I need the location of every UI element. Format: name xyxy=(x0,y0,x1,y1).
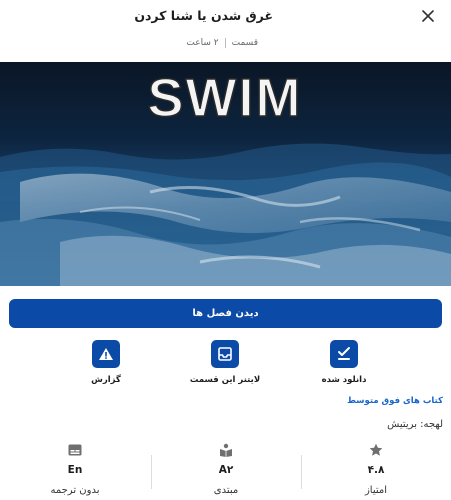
star-icon xyxy=(369,442,383,458)
dialect-text: لهجه: بریتیش xyxy=(387,419,443,430)
view-seasons-button[interactable]: دیدن فصل ها xyxy=(9,299,442,328)
translation-label: بدون ترجمه xyxy=(50,485,100,496)
cover-title: SWIM xyxy=(148,68,303,128)
downloaded-label: دانلود شده xyxy=(321,375,367,385)
level-label: مبتدی xyxy=(213,485,239,496)
reading-person-icon xyxy=(219,442,233,458)
episode-label: قسمت xyxy=(231,38,258,48)
inbox-tray-icon xyxy=(211,340,239,368)
page-title: غرق شدن یا شنا کردن xyxy=(134,8,273,23)
episode-meta: قسمت ۲ ساعت xyxy=(186,38,258,48)
view-seasons-label: دیدن فصل ها xyxy=(192,308,259,319)
header: غرق شدن یا شنا کردن قسمت ۲ ساعت xyxy=(0,0,451,60)
meta-divider xyxy=(224,38,226,48)
episode-duration: ۲ ساعت xyxy=(186,38,219,48)
close-icon[interactable] xyxy=(422,10,434,22)
report-button[interactable]: گزارش xyxy=(64,340,148,385)
rating-label: امتیاز xyxy=(364,485,388,496)
stat-divider xyxy=(151,455,152,489)
translation-value: En xyxy=(67,464,83,476)
related-books-link[interactable]: کتاب های فوق متوسط xyxy=(347,396,443,406)
cover-image: SWIM xyxy=(0,62,451,286)
report-label: گزارش xyxy=(91,375,121,385)
leitner-label: لایتنر این قسمت xyxy=(189,375,261,385)
level-value: A۲ xyxy=(218,464,234,476)
subtitles-icon xyxy=(68,442,82,458)
close-button[interactable] xyxy=(418,6,438,26)
check-list-icon xyxy=(330,340,358,368)
rating-value: ۴.۸ xyxy=(367,464,385,476)
leitner-button[interactable]: لایتنر این قسمت xyxy=(183,340,267,385)
stat-divider xyxy=(301,455,302,489)
stat-rating: ۴.۸ امتیاز xyxy=(301,442,451,500)
warning-icon xyxy=(92,340,120,368)
downloaded-button[interactable]: دانلود شده xyxy=(302,340,386,385)
stat-translation: En بدون ترجمه xyxy=(0,442,150,500)
stat-level: A۲ مبتدی xyxy=(151,442,301,500)
